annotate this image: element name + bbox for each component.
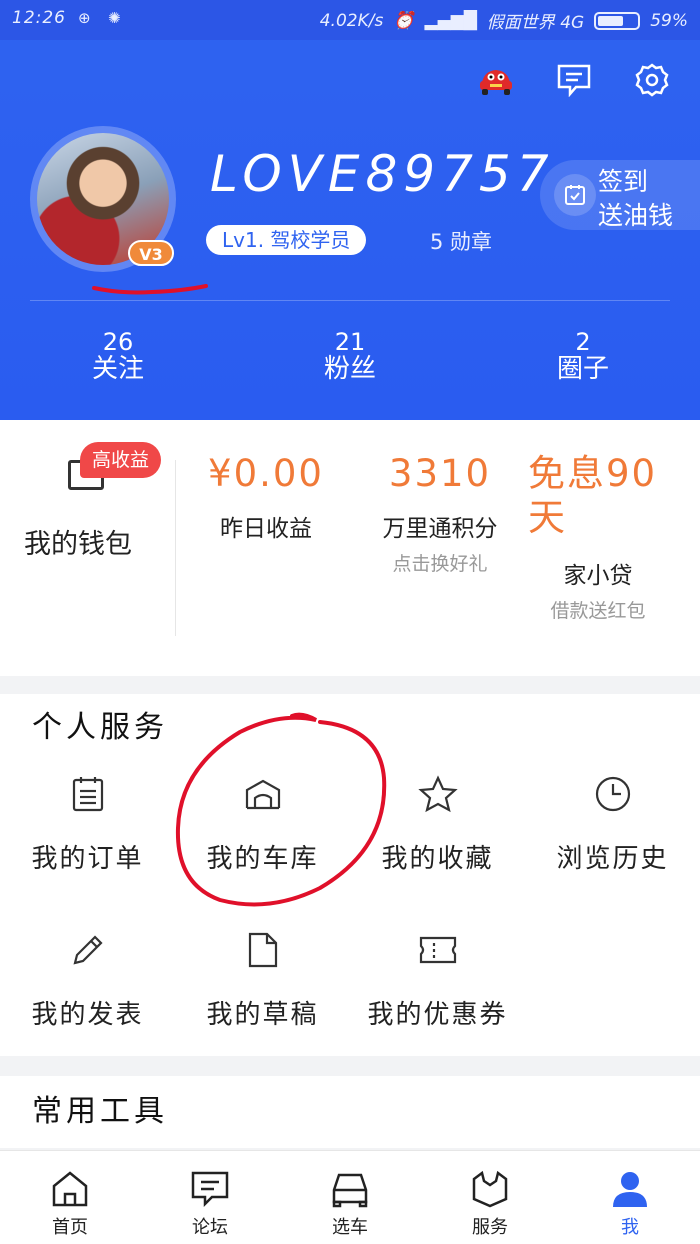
service-coupons[interactable]: 我的优惠券	[350, 930, 525, 1031]
star-icon	[417, 774, 458, 814]
nav-service[interactable]: 服务	[440, 1167, 540, 1239]
signin-button[interactable]: 签到 送油钱	[540, 160, 700, 230]
yesterday-earnings[interactable]: ¥0.00 昨日收益	[196, 452, 336, 543]
nav-label: 服务	[472, 1217, 508, 1238]
service-icon	[468, 1167, 512, 1211]
nav-home[interactable]: 首页	[20, 1167, 120, 1239]
points-hint: 点击换好礼	[392, 553, 488, 575]
nav-label: 我	[621, 1217, 639, 1238]
service-label: 我的草稿	[206, 1000, 319, 1030]
alarm-icon: ⏰	[393, 10, 415, 31]
loan-value: 免息90天	[528, 452, 658, 539]
annotation-circle	[175, 712, 387, 907]
carrier-label: 假面世界 4G	[486, 13, 585, 33]
gear-icon[interactable]	[632, 60, 672, 100]
profile-header: 12:26 ⊕ ✺ 4.02K/s ⏰ ▂▄▆█ 假面世界 4G 59% V3 …	[0, 0, 700, 420]
loan-card[interactable]: 免息90天 家小贷 借款送红包	[528, 452, 668, 623]
common-tools: 常用工具	[0, 1076, 700, 1148]
section-gap	[0, 676, 700, 694]
calendar-check-icon	[554, 174, 596, 216]
stat-label: 圈子	[556, 354, 609, 384]
stat-following[interactable]: 26 关注	[48, 330, 188, 385]
loan-label: 家小贷	[563, 563, 633, 589]
stat-label: 关注	[91, 354, 144, 384]
car-mascot-icon[interactable]	[476, 60, 516, 100]
service-history[interactable]: 浏览历史	[525, 774, 700, 875]
annotation-underline	[92, 284, 208, 295]
battery-percent: 59%	[650, 10, 688, 31]
wallet-section: 高收益 我的钱包 ¥0.00 昨日收益 3310 万里通积分 点击换好礼 免息9…	[0, 420, 700, 676]
car-icon	[328, 1167, 372, 1211]
forum-icon	[188, 1167, 232, 1211]
points-value: 3310	[388, 452, 492, 495]
service-orders[interactable]: 我的订单	[0, 774, 175, 875]
service-label: 浏览历史	[556, 844, 669, 874]
hot-yield-badge: 高收益	[80, 442, 162, 478]
section-gap	[0, 1056, 700, 1076]
nav-me[interactable]: 我	[580, 1167, 680, 1239]
signin-label: 签到	[598, 167, 649, 196]
wallet-label[interactable]: 我的钱包	[24, 522, 132, 561]
message-icon[interactable]	[554, 60, 594, 100]
username: LOVE89757	[210, 145, 555, 203]
service-label: 我的优惠券	[367, 1000, 508, 1030]
status-bar: 12:26 ⊕ ✺ 4.02K/s ⏰ ▂▄▆█ 假面世界 4G 59%	[0, 0, 700, 40]
notification-icon: ✺	[108, 9, 121, 27]
wallet-divider	[175, 460, 176, 636]
network-speed: 4.02K/s	[319, 10, 384, 31]
level-badge[interactable]: Lv1. 驾校学员	[206, 225, 367, 255]
nav-cars[interactable]: 选车	[300, 1167, 400, 1239]
status-time: 12:26	[12, 8, 66, 28]
loan-hint: 借款送红包	[550, 600, 646, 622]
services-title: 个人服务	[32, 710, 168, 745]
bottom-nav: 首页 论坛 选车 服务 我	[0, 1150, 700, 1244]
stat-label: 粉丝	[323, 354, 376, 384]
pencil-icon	[68, 930, 108, 970]
clipboard-icon	[68, 774, 108, 814]
vip-badge: V3	[128, 240, 174, 266]
profile-icon	[608, 1167, 652, 1211]
home-icon	[48, 1167, 92, 1211]
nav-label: 论坛	[192, 1217, 228, 1238]
globe-icon: ⊕	[78, 9, 91, 27]
battery-icon	[594, 11, 641, 30]
points-card[interactable]: 3310 万里通积分 点击换好礼	[360, 452, 520, 576]
clock-icon	[593, 774, 633, 814]
service-posts[interactable]: 我的发表	[0, 930, 175, 1031]
earnings-value: ¥0.00	[208, 452, 324, 495]
points-label: 万里通积分	[382, 516, 498, 542]
nav-forum[interactable]: 论坛	[160, 1167, 260, 1239]
medals-count[interactable]: 5 勋章	[430, 226, 492, 256]
service-drafts[interactable]: 我的草稿	[175, 930, 350, 1031]
ticket-icon	[418, 930, 458, 970]
nav-label: 选车	[332, 1217, 368, 1238]
service-label: 我的发表	[31, 1000, 144, 1030]
earnings-label: 昨日收益	[220, 516, 312, 542]
header-divider	[30, 300, 670, 301]
signin-sublabel: 送油钱	[598, 201, 674, 230]
stat-followers[interactable]: 21 粉丝	[280, 330, 420, 385]
tools-title: 常用工具	[32, 1094, 168, 1129]
nav-label: 首页	[52, 1217, 88, 1238]
service-label: 我的订单	[31, 844, 144, 874]
signal-icon: ▂▄▆█	[424, 10, 477, 31]
document-icon	[243, 930, 283, 970]
stat-circles[interactable]: 2 圈子	[513, 330, 653, 385]
